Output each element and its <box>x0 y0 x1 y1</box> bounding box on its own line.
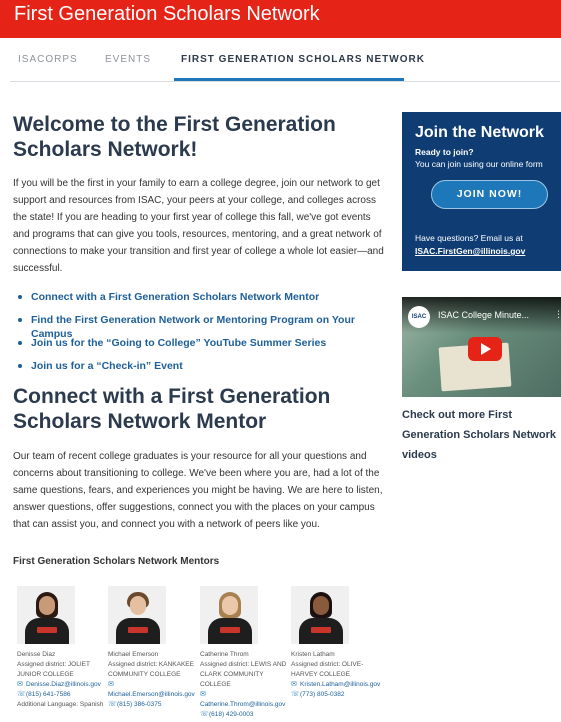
mentor-phone: (815) 386-0375 <box>117 701 162 708</box>
tab-events[interactable]: EVENTS <box>105 54 151 65</box>
tab-isacorps[interactable]: ISACORPS <box>18 54 78 65</box>
envelope-icon: ✉ <box>200 691 206 698</box>
intro-paragraph: If you will be the first in your family … <box>13 178 384 274</box>
join-title: Join the Network <box>415 124 544 141</box>
join-online-text: You can join using our online form <box>415 159 543 169</box>
mentor-district: Assigned district: LEWIS AND CLARK COMMU… <box>200 661 287 688</box>
mentor-name: Michael Emerson <box>108 651 159 658</box>
mentor-shirt <box>208 618 252 644</box>
phone-icon: ☏ <box>200 711 209 718</box>
mentor-phone: (773) 805-0382 <box>300 691 345 698</box>
mentor-heading: Connect with a First Generation Scholars… <box>13 385 331 433</box>
tab-bar: ISACORPS EVENTS FIRST GENERATION SCHOLAR… <box>10 38 560 82</box>
mentor-face <box>222 596 238 615</box>
phone-icon: ☏ <box>108 701 117 708</box>
mentor-email-link[interactable]: ✉ Michael.Emerson@illinois.gov <box>108 680 198 700</box>
mentor-card: Denisse Diaz Assigned district: JOLIET J… <box>17 586 107 710</box>
envelope-icon: ✉ <box>17 681 23 688</box>
phone-icon: ☏ <box>17 691 26 698</box>
mentor-phone-link[interactable]: ☏(618) 429-0003 <box>200 710 290 720</box>
video-title[interactable]: ISAC College Minute... <box>438 310 529 320</box>
mentor-face <box>313 596 329 615</box>
mentor-name: Catherine Throm <box>200 651 249 658</box>
mentor-photo <box>108 586 166 644</box>
mentor-email: Michael.Emerson@illinois.gov <box>108 691 195 698</box>
mentor-phone: (618) 429-0003 <box>209 711 254 718</box>
mentor-phone-link[interactable]: ☏(815) 641-7586 <box>17 690 107 700</box>
isac-channel-logo: ISAC <box>408 306 430 328</box>
mentor-face <box>130 596 146 615</box>
quick-links: Connect with a First Generation Scholars… <box>13 290 388 382</box>
join-email-link[interactable]: ISAC.FirstGen@illinois.gov <box>415 245 525 258</box>
join-network-box: Join the Network Ready to join? You can … <box>402 112 561 271</box>
active-tab-indicator <box>174 78 404 81</box>
mentor-name: Denisse Diaz <box>17 651 56 658</box>
mentors-list-title: First Generation Scholars Network Mentor… <box>13 556 220 567</box>
join-ready-text: Ready to join? <box>415 147 474 157</box>
mentor-extra: Additional Language: Spanish <box>17 701 104 708</box>
mentor-card: Kristen Latham Assigned district: OLIVE-… <box>291 586 381 700</box>
join-questions-text: Have questions? Email us at <box>415 233 523 243</box>
welcome-heading: Welcome to the First Generation Scholars… <box>13 113 336 161</box>
page-banner-title: First Generation Scholars Network <box>14 3 320 25</box>
mentor-district: Assigned district: KANKAKEE COMMUNITY CO… <box>108 661 194 678</box>
mentor-phone: (815) 641-7586 <box>26 691 71 698</box>
top-banner: First Generation Scholars Network <box>0 0 561 38</box>
mentor-email-link[interactable]: ✉ Denisse.Diaz@illinois.gov <box>17 680 107 690</box>
mentor-paragraph: Our team of recent college graduates is … <box>13 451 383 530</box>
mentor-email-link[interactable]: ✉ Catherine.Throm@illinois.gov <box>200 690 290 710</box>
mentor-photo <box>17 586 75 644</box>
more-options-icon[interactable]: ⋮ <box>554 309 561 320</box>
mentor-district: Assigned district: OLIVE-HARVEY COLLEGE <box>291 661 364 678</box>
mentor-email: Kristen.Latham@illinois.gov <box>300 681 381 688</box>
tab-first-generation-scholars-network[interactable]: FIRST GENERATION SCHOLARS NETWORK <box>181 54 425 65</box>
mentor-photo <box>200 586 258 644</box>
mentor-card: Michael Emerson Assigned district: KANKA… <box>108 586 198 710</box>
mentor-district: Assigned district: JOLIET JUNIOR COLLEGE <box>17 661 90 678</box>
mentor-email: Denisse.Diaz@illinois.gov <box>26 681 101 688</box>
mentor-shirt <box>299 618 343 644</box>
mentor-name: Kristen Latham <box>291 651 335 658</box>
join-questions: Have questions? Email us at ISAC.FirstGe… <box>415 232 525 258</box>
mentor-phone-link[interactable]: ☏(773) 805-0382 <box>291 690 381 700</box>
link-check-in-event[interactable]: Join us for a “Check-in” Event <box>13 359 388 382</box>
link-connect-mentor[interactable]: Connect with a First Generation Scholars… <box>13 290 388 313</box>
envelope-icon: ✉ <box>291 681 297 688</box>
envelope-icon: ✉ <box>108 681 114 688</box>
play-icon[interactable] <box>468 337 502 361</box>
phone-icon: ☏ <box>291 691 300 698</box>
more-videos-link[interactable]: Check out more First Generation Scholars… <box>402 405 561 465</box>
mentor-shirt <box>116 618 160 644</box>
mentor-shirt <box>25 618 69 644</box>
mentor-email-link[interactable]: ✉ Kristen.Latham@illinois.gov <box>291 680 381 690</box>
main-content: Welcome to the First Generation Scholars… <box>13 112 388 533</box>
link-find-program[interactable]: Find the First Generation Network or Men… <box>13 313 388 340</box>
mentor-photo <box>291 586 349 644</box>
youtube-video-embed[interactable]: ISAC ISAC College Minute... ⋮ <box>402 297 561 397</box>
mentor-card: Catherine Throm Assigned district: LEWIS… <box>200 586 290 720</box>
mentor-email: Catherine.Throm@illinois.gov <box>200 701 286 708</box>
mentor-face <box>39 596 55 615</box>
mentor-phone-link[interactable]: ☏(815) 386-0375 <box>108 700 198 710</box>
join-now-button[interactable]: JOIN NOW! <box>431 180 548 209</box>
link-youtube-series[interactable]: Join us for the “Going to College” YouTu… <box>13 336 388 359</box>
